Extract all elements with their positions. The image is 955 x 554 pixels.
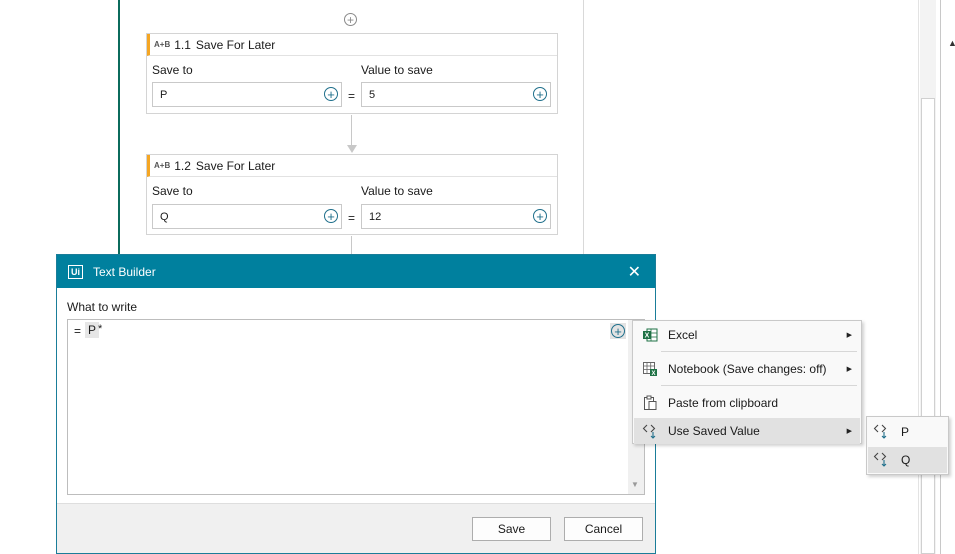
equals-sign: = — [348, 211, 356, 225]
what-to-write-label: What to write — [67, 300, 138, 314]
add-icon: + — [611, 324, 625, 338]
saved-value-label: Q — [901, 453, 911, 467]
save-to-label: Save to — [152, 63, 193, 77]
menu-separator — [661, 351, 857, 352]
notebook-icon: X — [640, 361, 660, 377]
text-editor[interactable]: = P * + ▼ — [67, 319, 645, 495]
collapse-arrow-icon[interactable]: ▲ — [948, 38, 955, 48]
uipath-logo-icon: Ui — [68, 264, 83, 279]
saved-value-icon — [873, 423, 891, 442]
insert-context-menu: X Excel ▶ X Notebook (Save changes: off)… — [632, 320, 862, 444]
activity-number: 1.2 — [174, 158, 191, 173]
menu-item-label: Paste from clipboard — [668, 396, 779, 410]
editor-equals: = — [74, 324, 82, 338]
text-activity-icon: A+B — [154, 161, 171, 170]
sequence-flow-line — [118, 0, 120, 256]
footer-divider — [57, 503, 655, 504]
close-icon[interactable]: ✕ — [628, 262, 641, 282]
cancel-button[interactable]: Cancel — [564, 517, 643, 541]
dialog-title-bar[interactable]: Ui Text Builder ✕ — [57, 255, 655, 288]
excel-icon: X — [640, 327, 660, 343]
value-to-save-label: Value to save — [361, 184, 433, 198]
canvas-border — [583, 0, 584, 256]
activity-save-for-later-2[interactable]: A+B 1.2 Save For Later Save to Value to … — [146, 154, 558, 235]
value-to-save-value: 12 — [369, 210, 382, 223]
save-to-value: Q — [160, 210, 169, 223]
menu-item-label: Use Saved Value — [668, 424, 760, 438]
activity-title: Save For Later — [195, 158, 276, 173]
saved-value-label: P — [901, 425, 910, 439]
text-activity-icon: A+B — [154, 40, 171, 49]
equals-sign: = — [348, 89, 356, 103]
saved-value-icon — [873, 451, 891, 470]
menu-item-use-saved-value[interactable]: Use Saved Value ▶ — [634, 418, 860, 444]
submenu-arrow-icon: ▶ — [846, 428, 852, 435]
clipboard-icon — [640, 395, 660, 411]
save-to-field[interactable]: Q + — [152, 204, 342, 229]
dialog-body: What to write = P * + ▼ — [57, 288, 655, 503]
saved-value-token[interactable]: P — [85, 322, 100, 338]
add-input-icon[interactable]: + — [324, 87, 338, 101]
save-to-field[interactable]: P + — [152, 82, 342, 107]
saved-value-item-p[interactable]: P — [868, 419, 947, 445]
saved-values-submenu: P Q — [866, 416, 949, 475]
text-builder-dialog: Ui Text Builder ✕ What to write = P * + … — [56, 254, 656, 554]
activity-header: A+B 1.2 Save For Later — [147, 155, 557, 177]
submenu-arrow-icon: ▶ — [846, 332, 852, 339]
save-to-value: P — [160, 88, 168, 101]
saved-value-item-q[interactable]: Q — [868, 447, 947, 473]
value-to-save-value: 5 — [369, 88, 376, 101]
value-to-save-field[interactable]: 12 + — [361, 204, 551, 229]
add-activity-icon[interactable]: + — [344, 13, 357, 26]
activity-header: A+B 1.1 Save For Later — [147, 34, 557, 56]
save-to-label: Save to — [152, 184, 193, 198]
saved-value-icon — [640, 423, 660, 439]
activity-title: Save For Later — [195, 37, 276, 52]
menu-item-paste[interactable]: Paste from clipboard — [634, 390, 860, 416]
flow-connector — [351, 236, 352, 254]
dialog-title: Text Builder — [93, 264, 156, 279]
editor-suffix: * — [98, 323, 103, 335]
activity-save-for-later-1[interactable]: A+B 1.1 Save For Later Save to Value to … — [146, 33, 558, 114]
menu-item-notebook[interactable]: X Notebook (Save changes: off) ▶ — [634, 356, 860, 382]
add-input-icon[interactable]: + — [533, 87, 547, 101]
value-to-save-label: Value to save — [361, 63, 433, 77]
scroll-down-icon[interactable]: ▼ — [631, 480, 639, 489]
menu-item-label: Notebook (Save changes: off) — [668, 362, 827, 376]
menu-separator — [661, 385, 857, 386]
flow-arrow-icon — [347, 145, 357, 153]
menu-item-excel[interactable]: X Excel ▶ — [634, 322, 860, 348]
value-to-save-field[interactable]: 5 + — [361, 82, 551, 107]
add-input-icon[interactable]: + — [533, 209, 547, 223]
flow-connector — [351, 115, 352, 145]
add-input-icon[interactable]: + — [324, 209, 338, 223]
svg-text:X: X — [645, 333, 650, 340]
activity-number: 1.1 — [174, 37, 191, 52]
insert-plus-button[interactable]: + — [610, 323, 626, 339]
menu-item-label: Excel — [668, 328, 698, 342]
svg-text:X: X — [651, 371, 655, 377]
save-button[interactable]: Save — [472, 517, 551, 541]
designer-scrollbar-thumb[interactable] — [921, 98, 935, 554]
submenu-arrow-icon: ▶ — [846, 366, 852, 373]
